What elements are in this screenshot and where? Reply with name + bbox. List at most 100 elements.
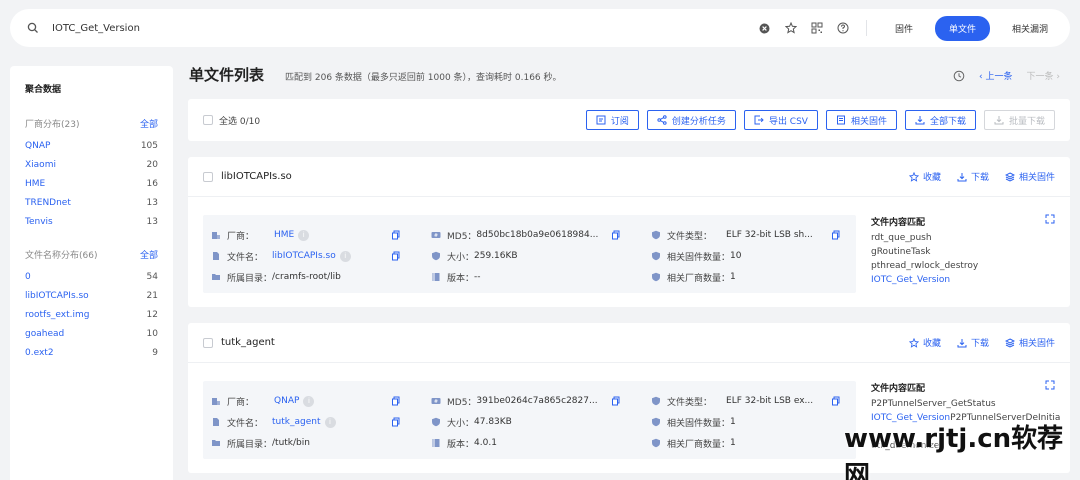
- item-count: 105: [140, 141, 158, 151]
- info-icon[interactable]: i: [298, 229, 310, 241]
- list-item[interactable]: goahead 10: [25, 329, 158, 348]
- match-line: rdt_que_push: [871, 233, 932, 243]
- item-name[interactable]: HME: [25, 179, 45, 198]
- select-all-checkbox[interactable]: [203, 115, 213, 125]
- copy-icon[interactable]: [391, 396, 401, 406]
- clear-icon[interactable]: [758, 21, 772, 35]
- button-label: 全部下载: [929, 116, 966, 127]
- tab-related-vulns[interactable]: 相关漏洞: [1002, 16, 1058, 41]
- download-icon: [957, 338, 967, 348]
- list-item[interactable]: QNAP 105: [25, 141, 158, 160]
- md5-field: # MD5： 8d50bc18b0a9e0618984...: [431, 228, 598, 242]
- item-name[interactable]: 0: [25, 272, 31, 291]
- item-name[interactable]: goahead: [25, 329, 64, 348]
- filename-value[interactable]: tutk_agent: [272, 417, 320, 427]
- field-label: 所属目录：: [227, 273, 273, 284]
- list-item[interactable]: Tenvis 13: [25, 217, 158, 236]
- show-all-link[interactable]: 全部: [140, 117, 158, 130]
- field-label: 文件名：: [227, 418, 264, 429]
- filetype-field: 文件类型： ELF 32-bit LSB sh...: [651, 228, 813, 242]
- copy-icon[interactable]: [391, 251, 401, 261]
- vendor-value[interactable]: QNAP: [274, 396, 299, 406]
- copy-icon[interactable]: [391, 230, 401, 240]
- item-name[interactable]: TRENDnet: [25, 198, 71, 217]
- download-icon: [915, 115, 925, 125]
- filename-value[interactable]: libIOTCAPIs.so: [272, 251, 336, 261]
- copy-icon[interactable]: [611, 230, 621, 240]
- list-item[interactable]: 0 54: [25, 272, 158, 291]
- layers-icon: [1004, 171, 1015, 182]
- vendor-value[interactable]: HME: [274, 230, 294, 240]
- grid-icon[interactable]: [810, 21, 824, 35]
- related-firmware-link[interactable]: 相关固件: [1004, 170, 1055, 183]
- result-filename[interactable]: tutk_agent: [221, 337, 909, 348]
- related-firmware-button[interactable]: 相关固件: [825, 110, 897, 130]
- hash-icon: #: [431, 230, 441, 240]
- expand-icon[interactable]: [1045, 380, 1055, 390]
- tab-single-file[interactable]: 单文件: [934, 15, 990, 41]
- star-icon[interactable]: [784, 21, 798, 35]
- match-line: P2PTunnelServer_GetStatus: [871, 399, 996, 409]
- list-item[interactable]: 0.ext2 9: [25, 348, 158, 367]
- vendor-field: 厂商： HME i: [211, 228, 310, 242]
- copy-icon[interactable]: [831, 230, 841, 240]
- vendor-field: 厂商： QNAP i: [211, 394, 315, 408]
- field-label: 文件类型：: [667, 397, 713, 408]
- copy-icon[interactable]: [391, 417, 401, 427]
- filetype-value: ELF 32-bit LSB ex...: [726, 396, 814, 406]
- expand-icon[interactable]: [1045, 214, 1055, 224]
- favorite-button[interactable]: 收藏: [908, 336, 941, 349]
- history-icon[interactable]: [953, 70, 965, 82]
- item-name[interactable]: libIOTCAPIs.so: [25, 291, 89, 310]
- list-item[interactable]: rootfs_ext.img 12: [25, 310, 158, 329]
- folder-icon: [211, 438, 221, 448]
- favorite-button[interactable]: 收藏: [908, 170, 941, 183]
- result-checkbox[interactable]: [203, 171, 213, 182]
- show-all-link[interactable]: 全部: [140, 248, 158, 261]
- item-name[interactable]: 0.ext2: [25, 348, 54, 367]
- field-label: 版本：: [447, 439, 475, 450]
- item-name[interactable]: QNAP: [25, 141, 50, 160]
- field-label: 大小：: [447, 252, 475, 263]
- list-item[interactable]: libIOTCAPIs.so 21: [25, 291, 158, 310]
- item-name[interactable]: rootfs_ext.img: [25, 310, 89, 329]
- download-all-button[interactable]: 全部下载: [904, 110, 976, 130]
- export-csv-button[interactable]: 导出 CSV: [743, 110, 818, 130]
- search-icon[interactable]: [24, 22, 42, 34]
- list-item[interactable]: TRENDnet 13: [25, 198, 158, 217]
- version-value: --: [474, 272, 481, 282]
- result-filename[interactable]: libIOTCAPIs.so: [221, 171, 909, 182]
- prev-button[interactable]: ‹ 上一条: [979, 69, 1012, 82]
- download-button[interactable]: 下载: [957, 336, 989, 349]
- info-icon[interactable]: i: [339, 250, 351, 262]
- field-label: 所属目录：: [227, 439, 273, 450]
- copy-icon[interactable]: [611, 396, 621, 406]
- create-task-button[interactable]: 创建分析任务: [646, 110, 736, 130]
- search-input[interactable]: IOTC_Get_Version: [52, 23, 758, 34]
- tab-firmware[interactable]: 固件: [885, 16, 923, 41]
- download-label: 下载: [970, 173, 989, 183]
- info-icon[interactable]: i: [303, 395, 315, 407]
- help-icon[interactable]: [836, 21, 850, 35]
- copy-icon[interactable]: [831, 396, 841, 406]
- share-icon: [657, 115, 667, 125]
- item-count: 10: [146, 329, 158, 339]
- button-label: 导出 CSV: [768, 116, 808, 127]
- list-item[interactable]: Xiaomi 20: [25, 160, 158, 179]
- prev-label: 上一条: [985, 72, 1013, 82]
- fw-count-value: 10: [730, 251, 742, 261]
- pager: ‹ 上一条 下一条 ›: [953, 69, 1060, 82]
- document-icon: [836, 115, 846, 125]
- size-field: 大小： 259.16KB: [431, 249, 518, 263]
- item-name[interactable]: Tenvis: [25, 217, 53, 236]
- download-button[interactable]: 下载: [957, 170, 989, 183]
- batch-download-button[interactable]: 批量下载: [983, 110, 1055, 130]
- info-icon[interactable]: i: [324, 416, 336, 428]
- related-firmware-link[interactable]: 相关固件: [1004, 336, 1055, 349]
- next-button[interactable]: 下一条 ›: [1027, 69, 1060, 82]
- item-name[interactable]: Xiaomi: [25, 160, 56, 179]
- field-label: 相关固件数量：: [667, 418, 731, 429]
- list-item[interactable]: HME 16: [25, 179, 158, 198]
- subscribe-button[interactable]: 订阅: [585, 110, 639, 130]
- result-checkbox[interactable]: [203, 337, 213, 348]
